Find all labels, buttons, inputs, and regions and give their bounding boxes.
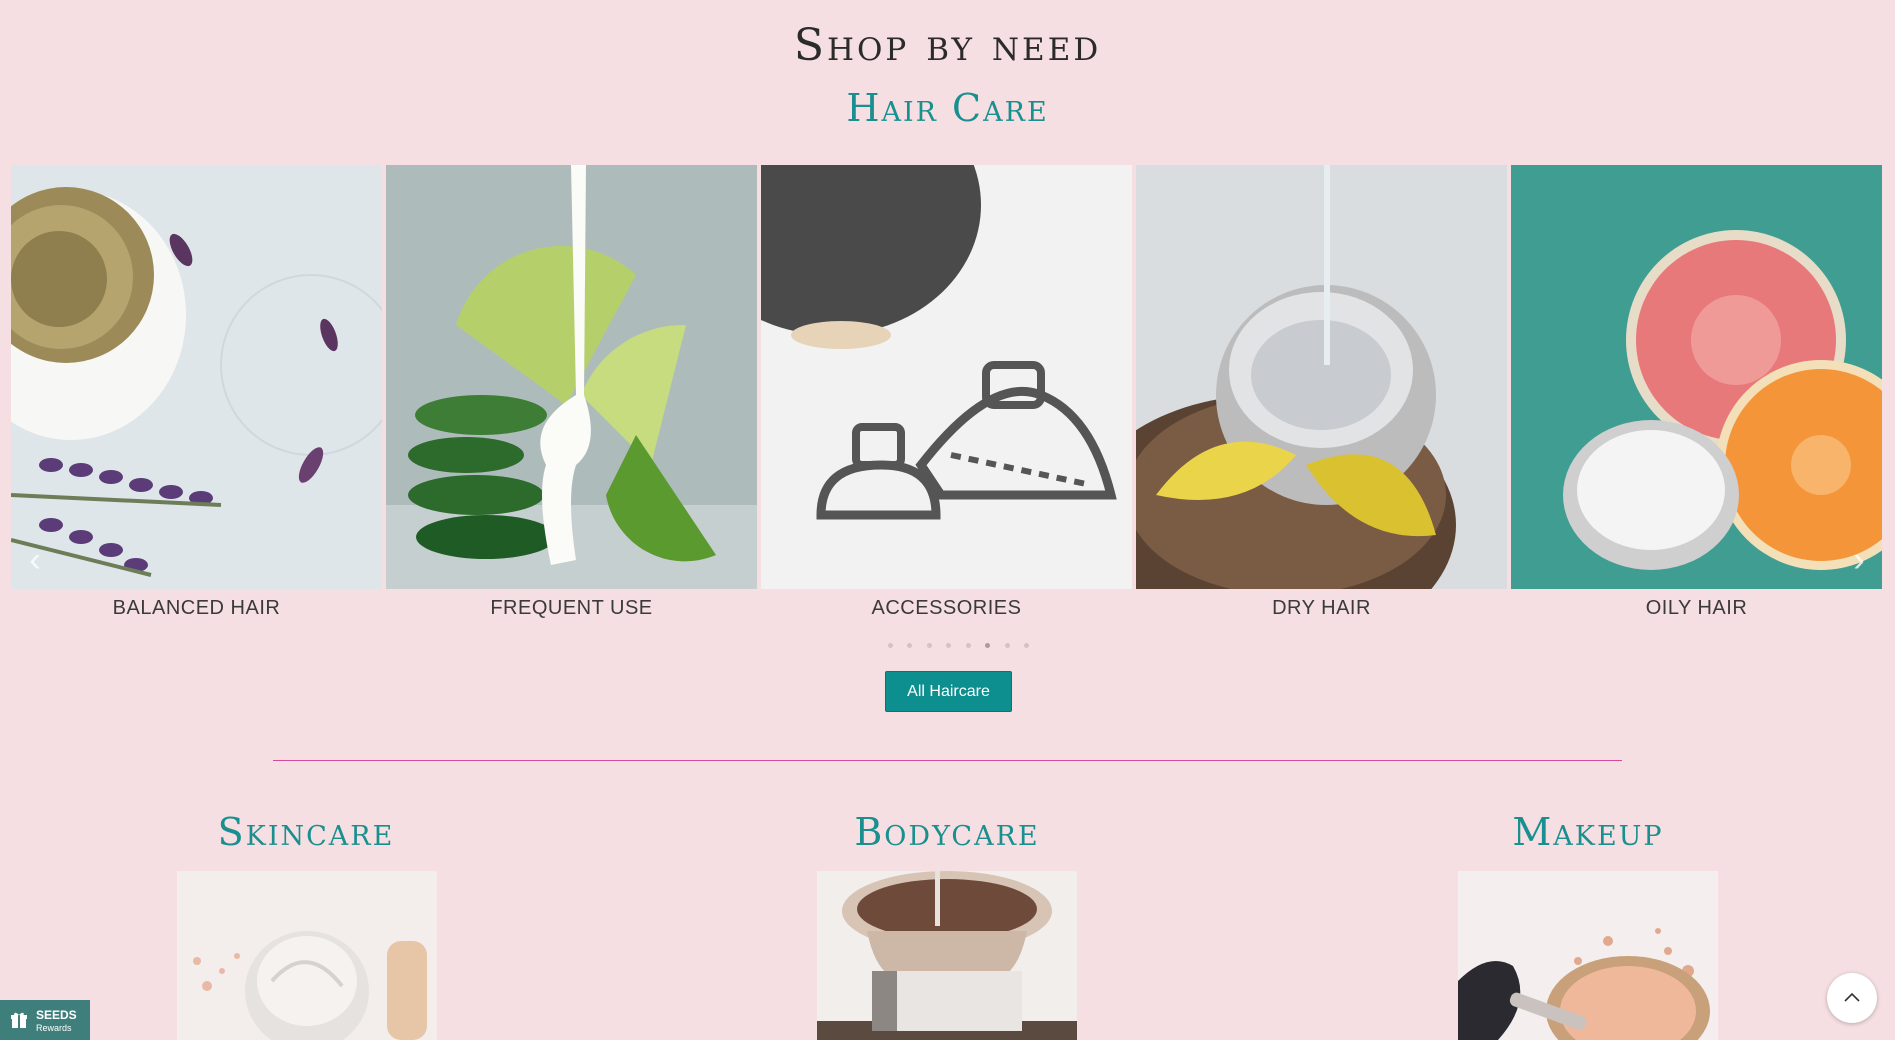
dry-hair-image[interactable] [1136,165,1507,589]
carousel-item-label[interactable]: BALANCED HAIR [11,597,382,620]
pagination-dot[interactable] [926,643,932,648]
chevron-up-icon [1844,992,1860,1002]
makeup-title[interactable]: Makeup [1388,810,1788,854]
carousel-item-label[interactable]: DRY HAIR [1136,597,1507,620]
section-divider [273,760,1622,761]
carousel-item-dry-hair[interactable]: DRY HAIR [1136,165,1507,620]
pagination-dot[interactable] [946,643,952,648]
balanced-hair-image[interactable] [11,165,382,589]
bodycare-image[interactable] [817,871,1077,1040]
back-to-top-button[interactable] [1827,973,1877,1023]
carousel-item-label[interactable]: ACCESSORIES [761,597,1132,620]
carousel-item-balanced-hair[interactable]: BALANCED HAIR [11,165,382,620]
pagination-dot[interactable] [888,643,893,648]
makeup-image[interactable] [1458,871,1718,1040]
accessories-image[interactable] [761,165,1132,589]
pagination-dot[interactable] [1004,643,1010,648]
rewards-subtitle: Rewards [36,1023,72,1033]
frequent-use-image[interactable] [386,165,757,589]
chevron-left-icon[interactable]: ‹ [20,543,50,577]
carousel-pagination [883,635,1034,648]
skincare-title[interactable]: Skincare [106,810,506,854]
bodycare-title[interactable]: Bodycare [747,810,1147,854]
carousel-item-label[interactable]: OILY HAIR [1511,597,1882,620]
pagination-dot[interactable] [907,643,913,648]
haircare-carousel: BALANCED HAIR FREQUENT USE ACCESSORIES D… [11,165,1884,625]
pagination-dot[interactable] [965,643,971,648]
skincare-image[interactable] [177,871,437,1040]
all-haircare-button[interactable]: All Haircare [885,671,1012,712]
carousel-item-oily-hair[interactable]: OILY HAIR [1511,165,1882,620]
oily-hair-image[interactable] [1511,165,1882,589]
chevron-right-icon[interactable]: › [1844,543,1874,577]
rewards-title: SEEDS [36,1008,77,1022]
pagination-dot-active[interactable] [985,643,991,648]
carousel-item-frequent-use[interactable]: FREQUENT USE [386,165,757,620]
carousel-item-label[interactable]: FREQUENT USE [386,597,757,620]
carousel-item-accessories[interactable]: ACCESSORIES [761,165,1132,620]
seeds-rewards-widget[interactable]: SEEDS Rewards [0,1000,90,1040]
haircare-title: Hair Care [846,86,1049,130]
page-title: Shop by need [793,20,1102,71]
pagination-dot[interactable] [1024,643,1030,648]
gift-icon [10,1011,28,1034]
